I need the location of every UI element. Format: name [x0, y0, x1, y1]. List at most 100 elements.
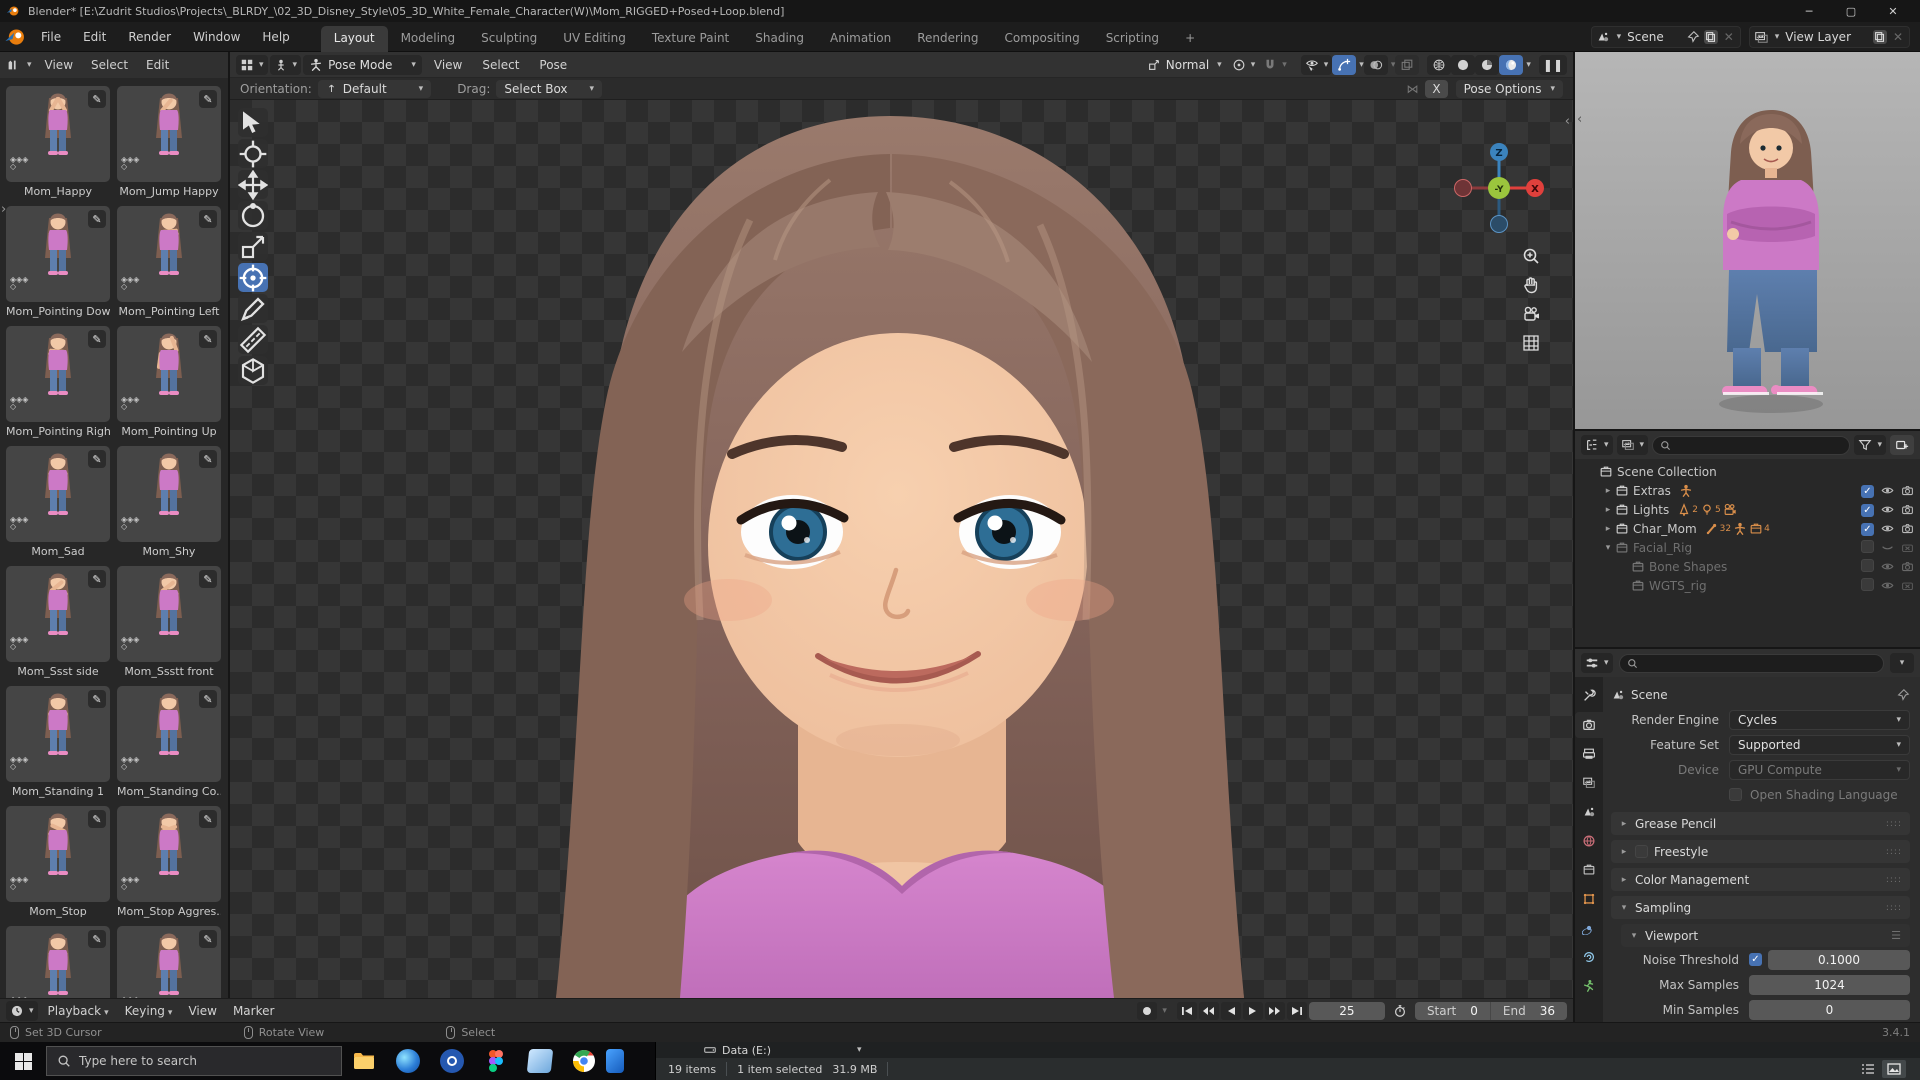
region-toggle-arrow[interactable]: ‹: [1577, 112, 1582, 127]
camera-view-icon[interactable]: [1521, 304, 1541, 324]
stopwatch-icon[interactable]: [1393, 1004, 1407, 1018]
copy-icon[interactable]: [1873, 29, 1887, 44]
transform-tool-button[interactable]: [238, 263, 268, 292]
play-reverse-button[interactable]: [1220, 1001, 1241, 1020]
proportional-edit-button[interactable]: ▾: [1228, 55, 1260, 75]
zoom-icon[interactable]: [1521, 246, 1541, 266]
orientation-dropdown[interactable]: Default ▾: [317, 79, 432, 98]
panel-checkbox[interactable]: [1635, 845, 1648, 858]
start-button[interactable]: [0, 1042, 46, 1080]
viewport-pin-button[interactable]: ▾: [269, 54, 302, 75]
pose-thumbnail[interactable]: ✎ ◈◈◈◇: [6, 806, 110, 902]
menu-window[interactable]: Window: [182, 22, 251, 52]
pose-asset[interactable]: ✎ ◈◈◈ ◇ Mom_Standing Co...: [117, 686, 221, 799]
tab-texture-paint[interactable]: Texture Paint: [639, 26, 742, 52]
outliner-row[interactable]: ▸ Lights 25 ✓: [1579, 500, 1920, 519]
pose-asset[interactable]: ✎ ◈◈◈ ◇ Mom_Ssstt front: [117, 566, 221, 679]
disabled-checkbox[interactable]: [1861, 577, 1874, 594]
properties-tab-physics[interactable]: [1575, 944, 1603, 970]
tab-sculpting[interactable]: Sculpting: [468, 26, 550, 52]
menu-file[interactable]: File: [30, 22, 72, 52]
pose-asset[interactable]: ✎ ◈◈◈◇: [6, 926, 110, 998]
timeline-menu-keying[interactable]: Keying ▾: [117, 1004, 181, 1018]
outliner-item-name[interactable]: Char_Mom: [1633, 522, 1697, 536]
explorer-expand-caret[interactable]: ▾: [857, 1045, 862, 1055]
maximize-button[interactable]: ▢: [1830, 0, 1872, 22]
viewport-menu-select[interactable]: Select: [472, 58, 529, 72]
asset-menu-edit[interactable]: Edit: [137, 58, 178, 72]
pose-asset[interactable]: ✎ ◈◈◈ ◇ Mom_Stop: [6, 806, 110, 919]
properties-tab-data[interactable]: [1575, 973, 1603, 999]
properties-tab-scene[interactable]: [1575, 799, 1603, 825]
add-workspace-button[interactable]: +: [1172, 26, 1208, 52]
edit-pose-icon[interactable]: ✎: [199, 690, 217, 708]
xray-toggle[interactable]: [1395, 54, 1420, 75]
pose-asset[interactable]: ✎ ◈◈◈ ◇ Mom_Pointing Up: [117, 326, 221, 439]
asset-menu-view[interactable]: View: [36, 58, 82, 72]
tab-modeling[interactable]: Modeling: [388, 26, 469, 52]
pose-thumbnail[interactable]: ✎ ◈◈◈◇: [117, 566, 221, 662]
edit-pose-icon[interactable]: ✎: [199, 930, 217, 948]
drag-dropdown[interactable]: Select Box ▾: [496, 79, 603, 98]
pose-asset[interactable]: ✎ ◈◈◈ ◇ Mom_Shy: [117, 446, 221, 559]
edit-pose-icon[interactable]: ✎: [199, 210, 217, 228]
edit-pose-icon[interactable]: ✎: [88, 210, 106, 228]
tab-animation[interactable]: Animation: [817, 26, 904, 52]
panel-freestyle[interactable]: ▸ Freestyle ::::: [1611, 840, 1910, 863]
pose-asset[interactable]: ✎ ◈◈◈ ◇ Mom_Stop Aggres...: [117, 806, 221, 919]
pan-hand-icon[interactable]: [1521, 275, 1541, 295]
tab-uv-editing[interactable]: UV Editing: [550, 26, 639, 52]
pose-thumbnail[interactable]: ✎ ◈◈◈◇: [117, 86, 221, 182]
mode-dropdown[interactable]: Pose Mode ▾: [303, 54, 422, 75]
outliner-row[interactable]: Bone Shapes: [1579, 557, 1920, 576]
shading-wireframe-button[interactable]: [1427, 54, 1452, 75]
measure-tool-button[interactable]: [238, 325, 268, 354]
tab-scripting[interactable]: Scripting: [1093, 26, 1172, 52]
feature-set-dropdown[interactable]: Supported ▾: [1729, 734, 1910, 755]
noise-threshold-checkbox[interactable]: ✓: [1749, 953, 1762, 966]
pose-asset[interactable]: ✎ ◈◈◈ ◇ Mom_Jump Happy: [117, 86, 221, 199]
select-box-tool-button[interactable]: [238, 108, 268, 137]
tab-rendering[interactable]: Rendering: [904, 26, 991, 52]
end-value[interactable]: 36: [1540, 1004, 1555, 1018]
file-explorer-window[interactable]: Data (E:) ▾ 19 items 1 item selected 31.…: [655, 1042, 1920, 1080]
disabled-checkbox[interactable]: [1861, 539, 1874, 556]
properties-tab-view-layer[interactable]: [1575, 770, 1603, 796]
eye-toggle[interactable]: [1881, 522, 1894, 535]
edit-pose-icon[interactable]: ✎: [88, 810, 106, 828]
panel-grease-pencil[interactable]: ▸ Grease Pencil ::::: [1611, 812, 1910, 835]
camera-toggle[interactable]: [1901, 484, 1914, 497]
pose-asset[interactable]: ✎ ◈◈◈ ◇ Mom_Standing 1: [6, 686, 110, 799]
next-keyframe-button[interactable]: [1264, 1001, 1285, 1020]
timeline-menu-view[interactable]: View: [180, 1004, 224, 1018]
menu-edit[interactable]: Edit: [72, 22, 117, 52]
annotate-tool-button[interactable]: [238, 294, 268, 323]
outliner-item-name[interactable]: Extras: [1633, 484, 1671, 498]
pose-thumbnail[interactable]: ✎ ◈◈◈◇: [6, 566, 110, 662]
outliner-filter-mode[interactable]: ▾: [1616, 435, 1649, 455]
cursor-tool-button[interactable]: [238, 139, 268, 168]
shading-solid-button[interactable]: [1451, 54, 1476, 75]
frame-range[interactable]: Start 0 End 36: [1414, 1001, 1567, 1020]
eye-toggle[interactable]: [1881, 484, 1894, 497]
close-button[interactable]: ✕: [1872, 0, 1914, 22]
pause-preview-button[interactable]: ❚❚: [1538, 54, 1567, 75]
media-player-app[interactable]: [430, 1042, 474, 1080]
pose-asset[interactable]: ✎ ◈◈◈ ◇ Mom_Pointing Left: [117, 206, 221, 319]
pose-thumbnail[interactable]: ✎ ◈◈◈◇: [6, 326, 110, 422]
outliner-item-name[interactable]: Facial_Rig: [1633, 541, 1692, 555]
pose-thumbnail[interactable]: ✎ ◈◈◈◇: [117, 326, 221, 422]
outliner-display-mode[interactable]: ▾: [1581, 435, 1613, 455]
pose-asset[interactable]: ✎ ◈◈◈ ◇ Mom_Pointing Right: [6, 326, 110, 439]
secondary-viewport[interactable]: ‹: [1575, 52, 1920, 431]
outliner-item-name[interactable]: Bone Shapes: [1649, 560, 1727, 574]
pose-thumbnail[interactable]: ✎ ◈◈◈◇: [117, 206, 221, 302]
shading-rendered-button[interactable]: [1499, 54, 1524, 75]
jump-to-end-button[interactable]: [1286, 1001, 1307, 1020]
new-collection-button[interactable]: [1890, 435, 1914, 455]
pose-thumbnail[interactable]: ✎ ◈◈◈◇: [6, 446, 110, 542]
pose-thumbnail[interactable]: ✎ ◈◈◈◇: [117, 806, 221, 902]
properties-tab-collection[interactable]: [1575, 857, 1603, 883]
outliner-item-name[interactable]: WGTS_rig: [1649, 579, 1707, 593]
snap-button[interactable]: ▾: [1259, 55, 1291, 75]
